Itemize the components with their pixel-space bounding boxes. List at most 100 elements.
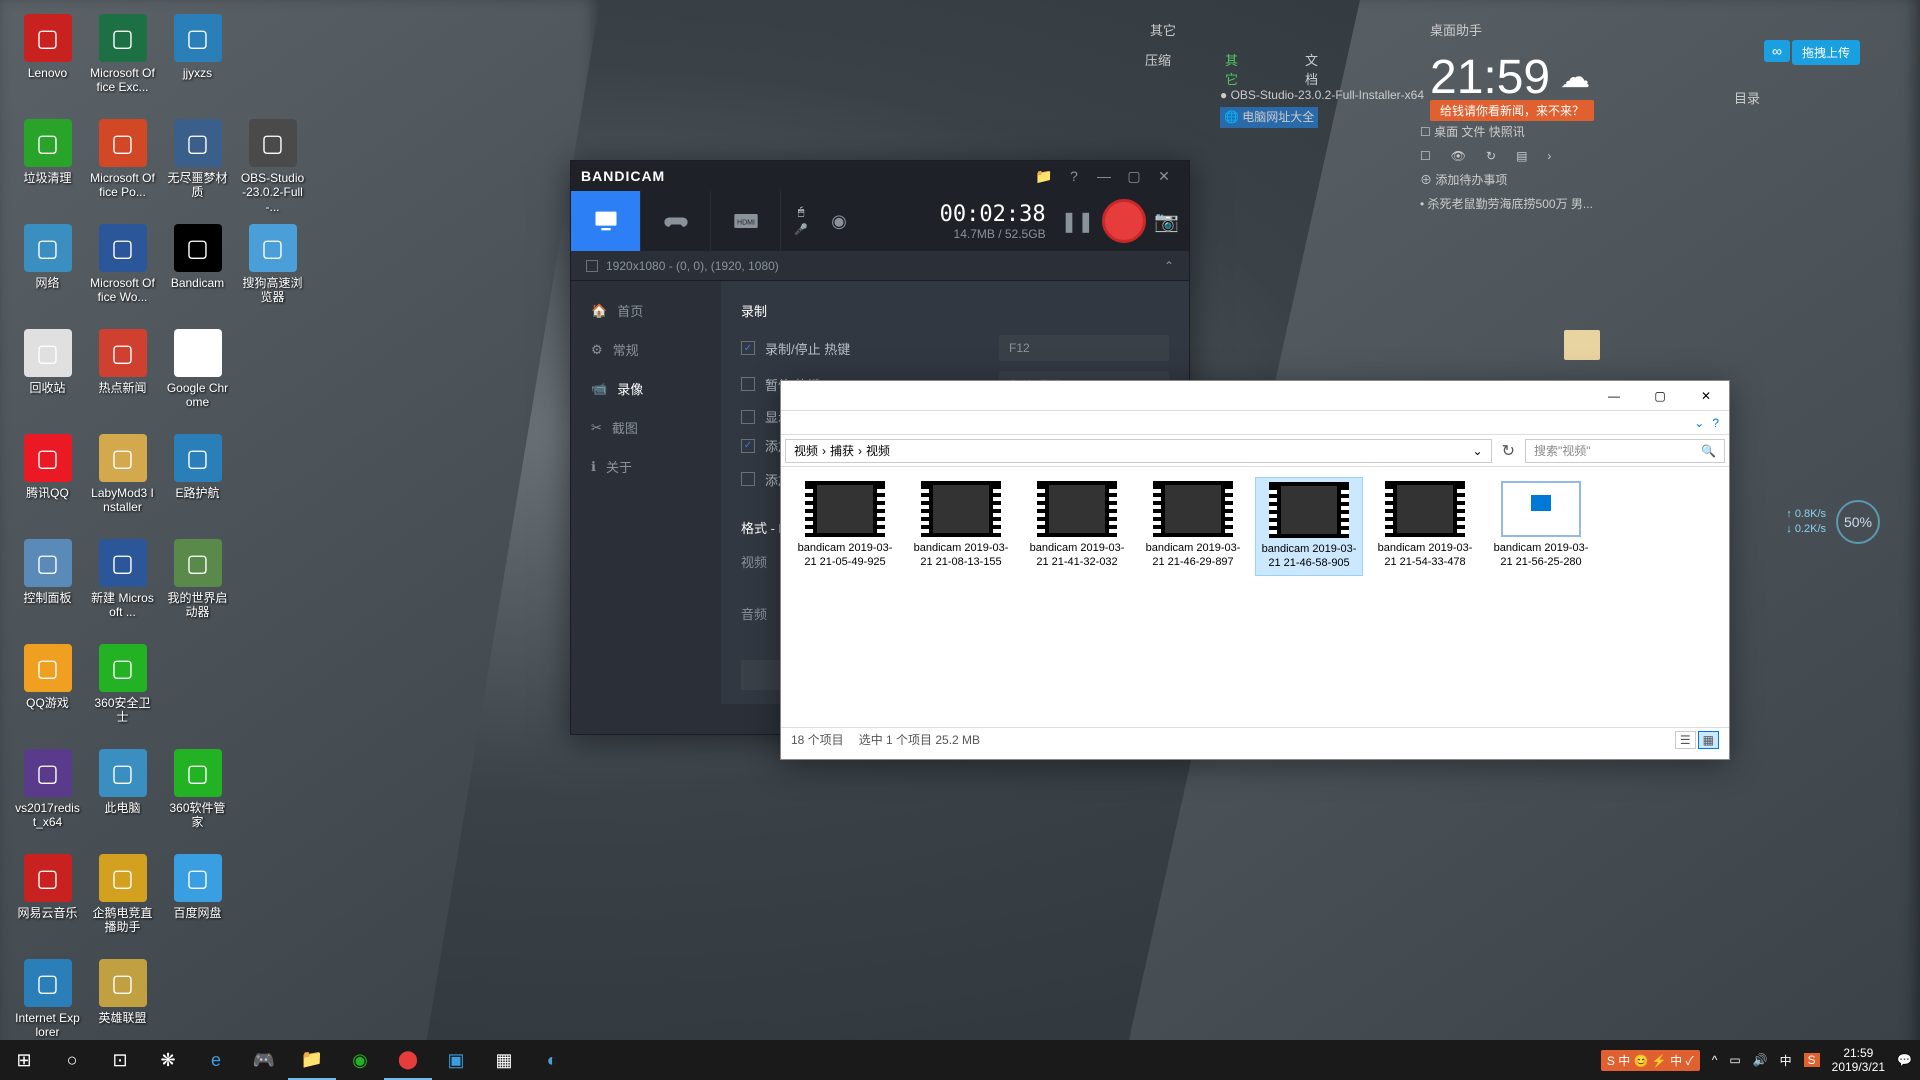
desktop-icon[interactable]: ▢我的世界启动器 <box>160 535 235 640</box>
task-view-button[interactable]: ⊡ <box>96 1040 144 1080</box>
desktop-icon[interactable]: ▢无尽噩梦材质 <box>160 115 235 220</box>
desktop-icon[interactable]: ▢热点新闻 <box>85 325 160 430</box>
desktop-icon[interactable]: ▢E路护航 <box>160 430 235 535</box>
desktop-icon[interactable]: ▢Microsoft Office Exc... <box>85 10 160 115</box>
tray-s-icon[interactable]: S <box>1804 1053 1820 1067</box>
notification-icon[interactable]: 💬 <box>1897 1053 1912 1067</box>
checkbox-webcam[interactable] <box>741 472 755 486</box>
system-tray[interactable]: S 中 😊 ⚡ 中 ✓ ^ ▭ 🔊 中 S 21:59 2019/3/21 💬 <box>1601 1046 1920 1075</box>
desktop-icon[interactable]: ▢vs2017redist_x64 <box>10 745 85 850</box>
webcam-icon[interactable]: ◉ <box>831 211 847 232</box>
bandicam-titlebar: BANDICAM 📁 ? — ▢ ✕ <box>571 161 1189 191</box>
tray-orange-badge[interactable]: S 中 😊 ⚡ 中 ✓ <box>1601 1050 1700 1071</box>
taskbar-app-2[interactable]: 🎮 <box>240 1040 288 1080</box>
help-icon[interactable]: ? <box>1059 161 1089 191</box>
desktop-icon[interactable]: ▢OBS-Studio-23.0.2-Full-... <box>235 115 310 220</box>
chevron-up-icon[interactable]: ⌃ <box>1164 259 1174 273</box>
desktop-icon[interactable]: ▢回收站 <box>10 325 85 430</box>
taskbar-clock[interactable]: 21:59 2019/3/21 <box>1832 1046 1885 1075</box>
file-item[interactable]: bandicam 2019-03-21 21-08-13-155 <box>907 477 1015 576</box>
desktop-icon[interactable]: ▢QQ游戏 <box>10 640 85 745</box>
tray-chevron[interactable]: ^ <box>1712 1053 1718 1067</box>
file-item[interactable]: bandicam 2019-03-21 21-46-29-897 <box>1139 477 1247 576</box>
search-button[interactable]: ○ <box>48 1040 96 1080</box>
help-icon[interactable]: ? <box>1712 416 1719 430</box>
file-item[interactable]: bandicam 2019-03-21 21-54-33-478 <box>1371 477 1479 576</box>
taskbar-edge[interactable]: e <box>192 1040 240 1080</box>
sidebar-item-1[interactable]: ⚙常规 <box>571 330 721 369</box>
desktop-icon[interactable]: ▢360软件管家 <box>160 745 235 850</box>
desktop-icon[interactable]: ▢百度网盘 <box>160 850 235 955</box>
checkbox-pause-hotkey[interactable] <box>741 377 755 391</box>
view-details-icon[interactable]: ☰ <box>1675 731 1696 749</box>
minimize-button[interactable]: — <box>1591 381 1637 411</box>
refresh-icon[interactable]: ↻ <box>1496 441 1521 461</box>
upload-button[interactable]: 拖拽上传 <box>1792 40 1860 65</box>
screenshot-button[interactable]: 📷 <box>1154 209 1179 234</box>
taskbar-app-5[interactable]: ▦ <box>480 1040 528 1080</box>
tray-ime-icon[interactable]: 中 <box>1780 1052 1792 1069</box>
file-item[interactable]: bandicam 2019-03-21 21-56-25-280 <box>1487 477 1595 576</box>
region-checkbox[interactable] <box>586 260 598 272</box>
hotkey-field-rec[interactable]: F12 <box>999 335 1169 361</box>
record-button[interactable] <box>1102 199 1146 243</box>
desktop-icon[interactable]: ▢此电脑 <box>85 745 160 850</box>
device-mode-tab[interactable]: HDMI <box>711 191 781 251</box>
desktop-folder-icon[interactable] <box>1564 330 1600 360</box>
taskbar-explorer[interactable]: 📁 <box>288 1040 336 1080</box>
desktop-icon[interactable]: ▢360安全卫士 <box>85 640 160 745</box>
checkbox-cursor[interactable] <box>741 410 755 424</box>
desktop-icon[interactable]: ▢Microsoft Office Po... <box>85 115 160 220</box>
desktop-icon[interactable]: ▢LabyMod3 Installer <box>85 430 160 535</box>
maximize-icon[interactable]: ▢ <box>1119 161 1149 191</box>
desktop-icon[interactable]: ▢Microsoft Office Wo... <box>85 220 160 325</box>
network-widget[interactable]: ↑ 0.8K/s ↓ 0.2K/s 50% <box>1786 500 1880 544</box>
sidebar-item-4[interactable]: ℹ关于 <box>571 447 721 486</box>
folder-icon[interactable]: 📁 <box>1029 161 1059 191</box>
sidebar-item-2[interactable]: 📹录像 <box>571 369 721 408</box>
desktop-icon[interactable]: ▢jjyxzs <box>160 10 235 115</box>
desktop-icon[interactable]: ▢腾讯QQ <box>10 430 85 535</box>
sidebar-item-0[interactable]: 🏠首页 <box>571 291 721 330</box>
taskbar-app-4[interactable]: ▣ <box>432 1040 480 1080</box>
taskbar-app-1[interactable]: ❋ <box>144 1040 192 1080</box>
view-icons-icon[interactable]: ▦ <box>1698 731 1719 749</box>
checkbox-rec-hotkey[interactable] <box>741 341 755 355</box>
mic-webcam-icons[interactable]: 🖱 🎤 <box>781 202 821 240</box>
desktop-icon[interactable]: ▢企鹅电竞直播助手 <box>85 850 160 955</box>
close-button[interactable]: ✕ <box>1683 381 1729 411</box>
desktop-icon[interactable]: ▢网易云音乐 <box>10 850 85 955</box>
checkbox-click-effect[interactable] <box>741 439 755 453</box>
file-item[interactable]: bandicam 2019-03-21 21-46-58-905 <box>1255 477 1363 576</box>
desktop-icon[interactable]: ▢垃圾清理 <box>10 115 85 220</box>
cpu-usage-circle: 50% <box>1836 500 1880 544</box>
pause-button[interactable]: ❚❚ <box>1061 209 1095 234</box>
item-count: 18 个项目 <box>791 731 844 748</box>
start-button[interactable]: ⊞ <box>0 1040 48 1080</box>
file-item[interactable]: bandicam 2019-03-21 21-05-49-925 <box>791 477 899 576</box>
tray-network-icon[interactable]: ▭ <box>1729 1053 1740 1067</box>
ribbon-expand[interactable]: ⌄ <box>1694 416 1704 430</box>
desktop-icon[interactable]: ▢Lenovo <box>10 10 85 115</box>
desktop-icon[interactable]: ▢Bandicam <box>160 220 235 325</box>
explorer-titlebar: — ▢ ✕ <box>781 381 1729 411</box>
search-input[interactable]: 搜索"视频"🔍 <box>1525 439 1725 463</box>
screen-mode-tab[interactable] <box>571 191 641 251</box>
desktop-icon[interactable]: ▢搜狗高速浏览器 <box>235 220 310 325</box>
file-item[interactable]: bandicam 2019-03-21 21-41-32-032 <box>1023 477 1131 576</box>
sidebar-item-3[interactable]: ✂截图 <box>571 408 721 447</box>
desktop-icon[interactable]: ▢控制面板 <box>10 535 85 640</box>
desktop-icon[interactable]: ▢新建 Microsoft ... <box>85 535 160 640</box>
game-mode-tab[interactable] <box>641 191 711 251</box>
close-icon[interactable]: ✕ <box>1149 161 1179 191</box>
desktop-icon[interactable]: ▢网络 <box>10 220 85 325</box>
taskbar-bandicam[interactable]: ⬤ <box>384 1040 432 1080</box>
tray-volume-icon[interactable]: 🔊 <box>1753 1053 1768 1067</box>
minimize-icon[interactable]: — <box>1089 161 1119 191</box>
taskbar-sogou[interactable]: ◐ <box>528 1040 576 1080</box>
region-info-bar[interactable]: 1920x1080 - (0, 0), (1920, 1080) ⌃ <box>571 251 1189 281</box>
desktop-icon[interactable]: ▢Google Chrome <box>160 325 235 430</box>
maximize-button[interactable]: ▢ <box>1637 381 1683 411</box>
taskbar-app-3[interactable]: ◉ <box>336 1040 384 1080</box>
breadcrumb[interactable]: 视频› 捕获› 视频 ⌄ <box>785 439 1492 463</box>
